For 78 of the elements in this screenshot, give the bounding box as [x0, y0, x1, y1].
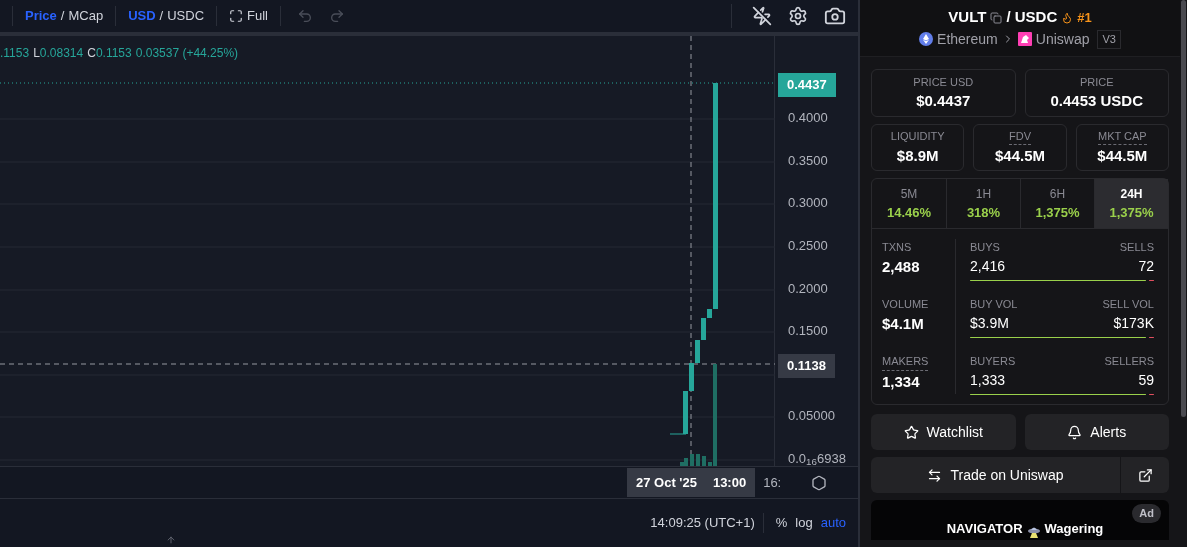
period-tab[interactable]: 24H 1,375% [1094, 179, 1168, 228]
toggle-button[interactable]: Price / MCap [21, 6, 108, 26]
volume-bar [696, 454, 700, 466]
price-tick: 0.3500 [788, 154, 828, 167]
camera-icon[interactable] [824, 5, 846, 27]
stat-card: MKT CAP $44.5M [1075, 124, 1169, 171]
stat-label: VOLUME [882, 297, 929, 312]
ohlc-legend: .1153 L0.08314 C0.1153 0.03537 (+44.25%) [0, 44, 239, 62]
dex-label[interactable]: Uniswap [1035, 28, 1090, 50]
star-icon [903, 424, 919, 440]
sell-label: SELLS [1119, 240, 1154, 255]
stat-label: PRICE [1079, 74, 1114, 90]
price-tick: 0.1500 [788, 324, 828, 337]
volume-bar [690, 454, 694, 466]
ufo-icon [1026, 526, 1041, 538]
ad-title: NAVIGATOR [946, 519, 1023, 538]
scale-option[interactable]: auto [816, 513, 850, 533]
period-tab[interactable]: 1H 318% [946, 179, 1020, 228]
watchlist-button[interactable]: Watchlist [871, 414, 1016, 450]
stat-label: MAKERS [882, 353, 929, 371]
bell-icon [1067, 424, 1083, 440]
crosshair-time-label: 27 Oct '25 13:00 [627, 467, 756, 498]
stat-label: PRICE USD [913, 74, 974, 90]
buy-value: 2,416 [970, 256, 1006, 276]
time-tick: 16: [763, 473, 782, 492]
price-card: PRICE 0.4453 USDC [1024, 69, 1169, 117]
stat-value: $4.1M [882, 313, 925, 334]
alerts-button[interactable]: Alerts [1024, 414, 1169, 450]
swap-arrows-icon [927, 467, 943, 483]
buy-value: 1,333 [970, 370, 1006, 390]
price-tick: 0.2000 [788, 282, 828, 295]
stat-label: LIQUIDITY [890, 129, 945, 144]
sell-value: 72 [1138, 256, 1154, 276]
ad-subtitle: Wagering [1044, 519, 1104, 538]
crosshair-price-label: 0.1138 [778, 354, 836, 378]
buy-value: $3.9M [970, 313, 1009, 333]
stat-label: FDV [1009, 127, 1031, 145]
stat-value: 1,334 [882, 371, 921, 392]
price-tick: 0.0$_{16}$6938 [788, 452, 846, 465]
buy-label: BUY VOL [970, 297, 1018, 312]
sell-label: SELLERS [1104, 354, 1154, 369]
price-tick: 0.2500 [788, 239, 828, 252]
price-tick: 0.4000 [788, 111, 828, 124]
ad-badge: Ad [1132, 504, 1161, 523]
rank-label: #1 [1077, 8, 1092, 27]
stat-card: LIQUIDITY $8.9M [871, 124, 965, 171]
copy-icon[interactable] [990, 11, 1003, 24]
price-card: PRICE USD $0.4437 [871, 69, 1016, 117]
flame-icon [1061, 11, 1074, 24]
fullscreen-button[interactable]: Full [225, 6, 272, 26]
scale-option[interactable]: % [771, 513, 792, 533]
price-tick: 0.05000 [788, 409, 835, 422]
scale-option[interactable]: log [791, 513, 817, 533]
chain-label[interactable]: Ethereum [937, 28, 998, 50]
ethereum-icon [919, 32, 934, 47]
stat-card: FDV $44.5M [973, 124, 1067, 171]
base-token: VULT [948, 7, 987, 28]
external-link-icon [1137, 467, 1153, 483]
quote-token: / USDC [1006, 7, 1058, 28]
sell-value: $173K [1113, 313, 1154, 333]
stat-value: 2,488 [882, 256, 921, 277]
unicorn-icon [1017, 32, 1032, 47]
volume-bar [702, 456, 706, 466]
sell-label: SELL VOL [1102, 297, 1154, 312]
stat-label: MKT CAP [1097, 127, 1147, 145]
toggle-button[interactable]: USD / USDC [124, 6, 209, 26]
price-tick: 0.3000 [788, 196, 828, 209]
period-tab[interactable]: 5M 14.46% [872, 179, 946, 228]
arrow-up-icon[interactable] [166, 535, 176, 545]
ad-banner[interactable]: NAVIGATOR Wagering Ad [871, 500, 1169, 540]
last-price-label: 0.4437 [778, 73, 836, 97]
version-badge: V3 [1097, 30, 1121, 49]
fullscreen-icon [229, 9, 244, 23]
buy-label: BUYERS [970, 354, 1016, 369]
sell-value: 59 [1138, 370, 1154, 390]
clock-label: 14:09:25 (UTC+1) [650, 514, 755, 533]
stat-label: TXNS [882, 240, 912, 255]
buy-label: BUYS [970, 240, 1000, 255]
